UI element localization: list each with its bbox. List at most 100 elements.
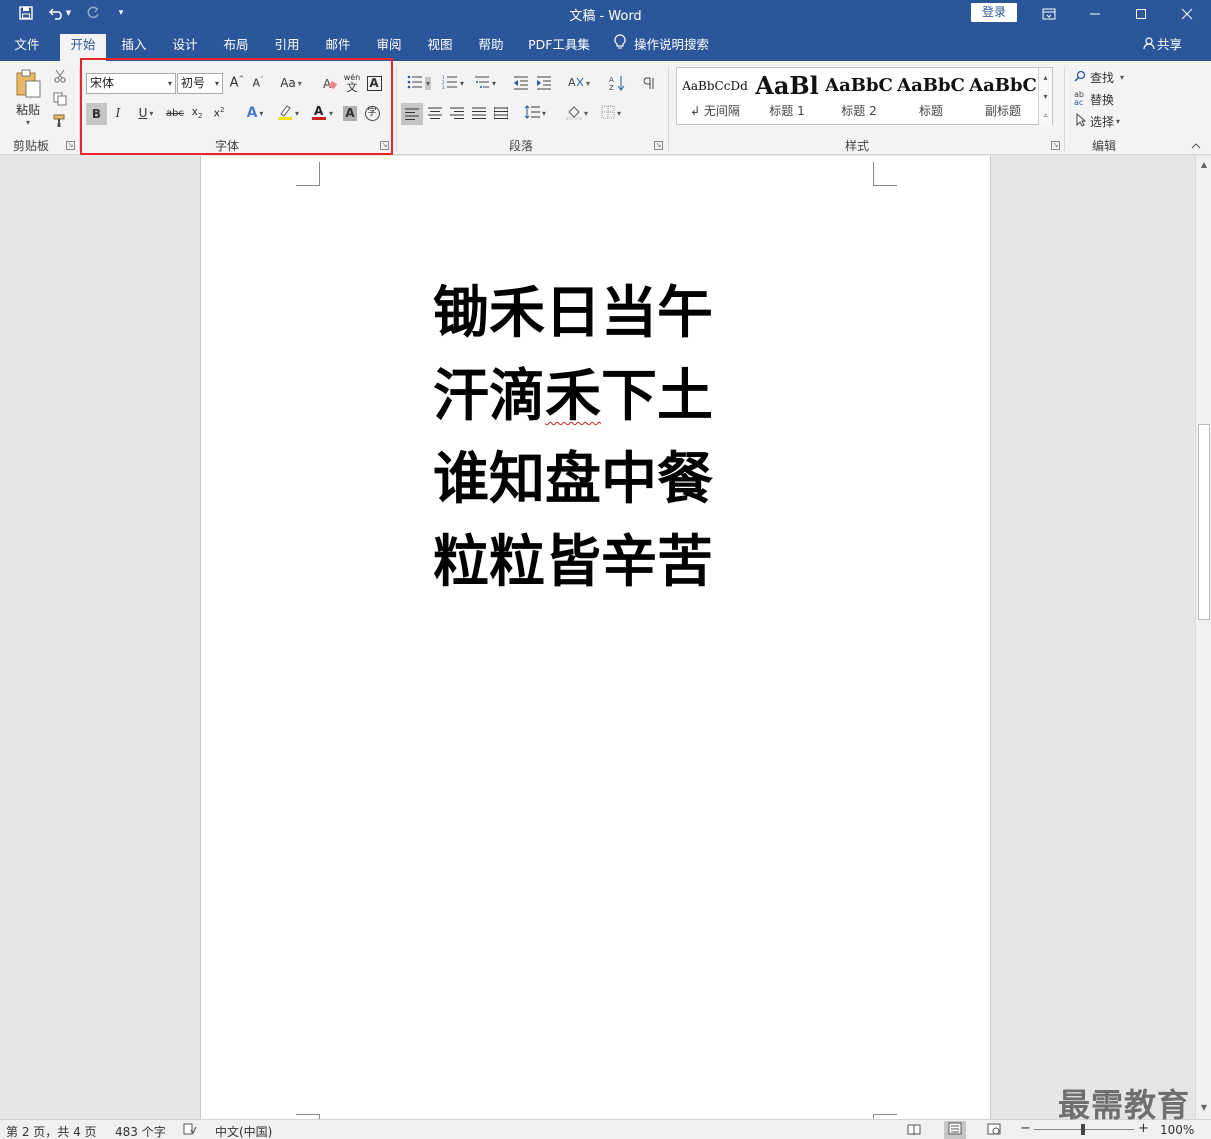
- styles-launcher-icon[interactable]: ↘: [1051, 141, 1060, 150]
- decrease-indent-icon[interactable]: [510, 73, 532, 93]
- paragraph-launcher-icon[interactable]: ↘: [654, 141, 663, 150]
- sort-icon[interactable]: AZ: [606, 73, 628, 93]
- proofing-icon[interactable]: [183, 1123, 197, 1139]
- style-title[interactable]: AaBbC 标题: [895, 68, 967, 124]
- read-mode-icon[interactable]: [907, 1123, 921, 1139]
- word-count[interactable]: 483 个字: [115, 1123, 166, 1139]
- style-no-spacing[interactable]: AaBbCcDd ↲ 无间隔: [679, 68, 751, 124]
- increase-indent-icon[interactable]: [533, 73, 555, 93]
- login-button[interactable]: 登录: [971, 3, 1017, 22]
- clipboard-icon: [13, 68, 43, 101]
- zoom-out-button[interactable]: −: [1020, 1121, 1031, 1136]
- character-border-icon[interactable]: A: [364, 73, 384, 93]
- cursor-icon: [1076, 112, 1087, 130]
- zoom-in-button[interactable]: +: [1138, 1121, 1149, 1136]
- distributed-icon[interactable]: [490, 103, 512, 123]
- show-marks-icon[interactable]: [638, 73, 660, 93]
- chinese-layout-button[interactable]: A ▾: [564, 73, 594, 93]
- text-effects-button[interactable]: A ▾: [240, 103, 270, 123]
- justify-icon[interactable]: [468, 103, 490, 123]
- format-painter-icon[interactable]: [50, 111, 70, 131]
- zoom-slider-thumb[interactable]: [1081, 1124, 1085, 1135]
- gallery-down-icon[interactable]: ▾: [1038, 87, 1052, 106]
- replace-button[interactable]: ab ac 替换: [1074, 89, 1138, 109]
- tab-view[interactable]: 视图: [418, 34, 462, 61]
- align-center-icon[interactable]: [424, 103, 446, 123]
- tab-insert[interactable]: 插入: [112, 34, 156, 61]
- gallery-up-icon[interactable]: ▴: [1038, 68, 1052, 87]
- cut-icon[interactable]: [50, 66, 70, 86]
- phonetic-guide-button[interactable]: wén 文: [342, 71, 362, 95]
- copy-icon[interactable]: [50, 89, 70, 109]
- find-button[interactable]: 查找 ▾: [1074, 67, 1138, 87]
- zoom-level[interactable]: 100%: [1160, 1123, 1194, 1137]
- spelling-flag[interactable]: 禾: [545, 363, 601, 429]
- tab-home[interactable]: 开始: [60, 34, 106, 61]
- superscript-icon[interactable]: x2: [209, 103, 229, 123]
- page-count[interactable]: 第 2 页，共 4 页: [6, 1123, 97, 1139]
- gallery-more-icon[interactable]: ⩡: [1038, 106, 1052, 125]
- tab-references[interactable]: 引用: [265, 34, 309, 61]
- tab-pdf-tools[interactable]: PDF工具集: [522, 34, 596, 61]
- shrink-font-icon[interactable]: Aˇ: [249, 73, 267, 93]
- style-heading-2[interactable]: AaBbC 标题 2: [823, 68, 895, 124]
- share-button[interactable]: 共享: [1143, 34, 1182, 56]
- tab-review[interactable]: 审阅: [367, 34, 411, 61]
- font-color-button[interactable]: A ▾: [306, 103, 338, 123]
- subscript-icon[interactable]: x2: [187, 103, 207, 123]
- save-icon[interactable]: [15, 4, 37, 22]
- chevron-down-icon[interactable]: ▾: [168, 74, 172, 93]
- font-name-combo[interactable]: 宋体 ▾: [86, 73, 176, 94]
- ribbon-display-options-icon[interactable]: [1026, 0, 1072, 27]
- vertical-scrollbar[interactable]: ▲ ▼: [1195, 156, 1211, 1119]
- close-icon[interactable]: [1164, 0, 1210, 27]
- print-layout-icon[interactable]: [944, 1121, 966, 1139]
- underline-button[interactable]: U ▾: [130, 103, 162, 123]
- line-spacing-button[interactable]: ▾: [520, 103, 550, 123]
- tell-me-search[interactable]: 操作说明搜索: [614, 34, 709, 56]
- bullets-button[interactable]: ▾: [402, 73, 436, 93]
- numbering-button[interactable]: 1 2 3 ▾: [438, 73, 468, 93]
- tab-help[interactable]: 帮助: [469, 34, 513, 61]
- multilevel-list-button[interactable]: ▾: [470, 73, 500, 93]
- align-left-icon[interactable]: [401, 103, 423, 125]
- tab-design[interactable]: 设计: [163, 34, 207, 61]
- undo-icon[interactable]: ▼: [46, 4, 74, 22]
- highlight-color-button[interactable]: ▾: [272, 103, 304, 123]
- language[interactable]: 中文(中国): [215, 1123, 272, 1139]
- strikethrough-button[interactable]: abc: [164, 103, 186, 123]
- clipboard-launcher-icon[interactable]: ↘: [66, 141, 75, 150]
- clear-formatting-icon[interactable]: A: [320, 73, 340, 93]
- grow-font-icon[interactable]: A^: [228, 73, 246, 93]
- change-case-button[interactable]: Aa ▾: [276, 73, 306, 93]
- customize-qat-icon[interactable]: ▾: [110, 4, 132, 22]
- style-subtitle[interactable]: AaBbC 副标题: [967, 68, 1039, 124]
- collapse-ribbon-icon[interactable]: [1189, 139, 1203, 153]
- italic-button[interactable]: I: [109, 103, 127, 123]
- font-launcher-icon[interactable]: ↘: [380, 141, 389, 150]
- paste-button[interactable]: 粘贴 ▾: [10, 67, 46, 127]
- align-right-icon[interactable]: [446, 103, 468, 123]
- tab-file[interactable]: 文件: [4, 34, 50, 61]
- poem-text[interactable]: 锄禾日当午 汗滴禾下土 谁知盘中餐 粒粒皆辛苦: [433, 272, 733, 604]
- web-layout-icon[interactable]: [987, 1123, 1001, 1139]
- select-button[interactable]: 选择 ▾: [1076, 111, 1140, 131]
- bold-button[interactable]: B: [86, 103, 107, 125]
- borders-button[interactable]: ▾: [596, 103, 626, 123]
- minimize-icon[interactable]: [1072, 0, 1118, 27]
- redo-icon[interactable]: [82, 4, 104, 22]
- maximize-icon[interactable]: [1118, 0, 1164, 27]
- character-shading-icon[interactable]: A: [341, 103, 359, 123]
- scroll-up-icon[interactable]: ▲: [1196, 160, 1211, 172]
- shading-button[interactable]: ▾: [562, 103, 592, 123]
- tell-me-label: 操作说明搜索: [634, 37, 710, 52]
- tab-mailings[interactable]: 邮件: [316, 34, 360, 61]
- style-heading-1[interactable]: AaBl 标题 1: [751, 68, 823, 124]
- font-size-combo[interactable]: 初号 ▾: [177, 73, 223, 94]
- document-page[interactable]: 锄禾日当午 汗滴禾下土 谁知盘中餐 粒粒皆辛苦: [200, 156, 991, 1122]
- tab-layout[interactable]: 布局: [214, 34, 258, 61]
- scroll-thumb[interactable]: [1198, 424, 1210, 620]
- enclose-characters-icon[interactable]: 字: [362, 103, 382, 123]
- scroll-down-icon[interactable]: ▼: [1196, 1103, 1211, 1115]
- chevron-down-icon[interactable]: ▾: [215, 74, 219, 93]
